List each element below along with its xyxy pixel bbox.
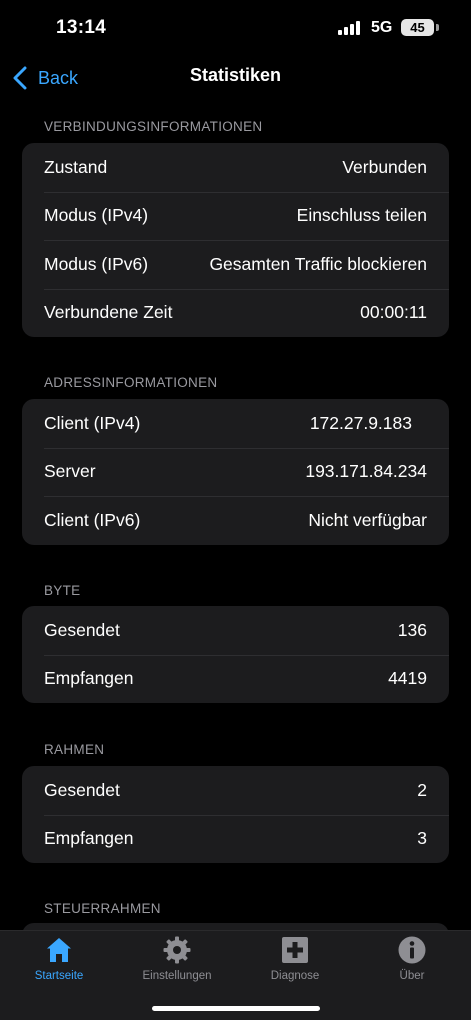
connection-info-group: Zustand Verbunden Modus (IPv4) Einschlus…: [22, 143, 449, 337]
row-value: Einschluss teilen: [296, 205, 427, 226]
tab-label: Über: [399, 970, 425, 982]
bytes-group: Gesendet 136 Empfangen 4419: [22, 606, 449, 703]
tab-label: Startseite: [34, 970, 84, 982]
row-value: 136: [397, 619, 427, 640]
row-value: Nicht verfügbar: [308, 509, 427, 530]
status-time: 13:14: [56, 17, 107, 38]
row-label: Gesendet: [44, 779, 120, 800]
row-label: Client (IPv4): [44, 412, 141, 433]
plus-square-icon: [282, 937, 308, 963]
row-label: Modus (IPv4): [44, 205, 149, 226]
row-value: 2: [417, 779, 427, 800]
row-bytes-sent: Gesendet 136: [22, 606, 449, 655]
row-label: Gesendet: [44, 619, 120, 640]
control-frames-group: [22, 923, 449, 930]
row-value: 4419: [388, 668, 427, 689]
address-info-group: Client (IPv4) 172.27.9.183 Server 193.17…: [22, 399, 449, 545]
row-label: Client (IPv6): [44, 509, 141, 530]
row-label: Zustand: [44, 156, 108, 177]
info-icon: [398, 936, 426, 964]
frames-group: Gesendet 2 Empfangen 3: [22, 766, 449, 863]
row-value: 3: [417, 828, 427, 849]
row-mode-ipv6: Modus (IPv6) Gesamten Traffic blockieren: [22, 240, 449, 289]
row-value: 193.171.84.234: [305, 461, 427, 482]
home-indicator[interactable]: [152, 1006, 320, 1011]
row-server: Server 193.171.84.234: [22, 447, 449, 497]
row-frames-sent: Gesendet 2: [22, 766, 449, 815]
page-title: Statistiken: [189, 65, 282, 85]
row-value: Verbunden: [342, 156, 427, 177]
cellular-signal-icon: [338, 21, 362, 35]
section-header-bytes: BYTE: [44, 583, 81, 598]
section-header-control-frames: STEUERRAHMEN: [44, 901, 161, 916]
row-label: Verbundene Zeit: [44, 302, 173, 323]
tab-ueber[interactable]: Über: [353, 935, 471, 991]
status-bar: 13:14 5G 45: [0, 0, 471, 56]
section-header-frames: RAHMEN: [44, 742, 105, 757]
network-type: 5G: [371, 19, 393, 36]
navigation-bar: Back Statistiken: [0, 56, 471, 100]
tab-label: Einstellungen: [142, 970, 212, 982]
row-label: Empfangen: [44, 668, 134, 689]
battery-tip: [436, 24, 439, 31]
row-label: Server: [44, 461, 96, 482]
row-bytes-received: Empfangen 4419: [22, 654, 449, 704]
gear-icon: [163, 936, 191, 964]
row-connected-time: Verbundene Zeit 00:00:11: [22, 288, 449, 338]
statistics-list[interactable]: VERBINDUNGSINFORMATIONEN Zustand Verbund…: [0, 100, 471, 930]
row-client-ipv6: Client (IPv6) Nicht verfügbar: [22, 496, 449, 545]
row-value: 172.27.9.183: [309, 412, 412, 433]
row-mode-ipv4: Modus (IPv4) Einschluss teilen: [22, 191, 449, 241]
row-state: Zustand Verbunden: [22, 143, 449, 192]
tab-startseite[interactable]: Startseite: [0, 935, 118, 991]
row-client-ipv4: Client (IPv4) 172.27.9.183: [22, 399, 449, 448]
battery-icon: 45: [401, 19, 434, 36]
row-label: Empfangen: [44, 828, 134, 849]
tab-label: Diagnose: [270, 970, 320, 982]
row-value: Gesamten Traffic blockieren: [209, 253, 427, 274]
row-label: Modus (IPv6): [44, 253, 149, 274]
battery-level: 45: [410, 20, 425, 35]
row-value: 00:00:11: [360, 302, 427, 323]
row-frames-received: Empfangen 3: [22, 814, 449, 864]
tab-einstellungen[interactable]: Einstellungen: [118, 935, 236, 991]
home-icon: [47, 938, 71, 962]
section-header-address: ADRESSINFORMATIONEN: [44, 375, 218, 390]
tab-diagnose[interactable]: Diagnose: [236, 935, 354, 991]
section-header-connection: VERBINDUNGSINFORMATIONEN: [44, 119, 263, 134]
